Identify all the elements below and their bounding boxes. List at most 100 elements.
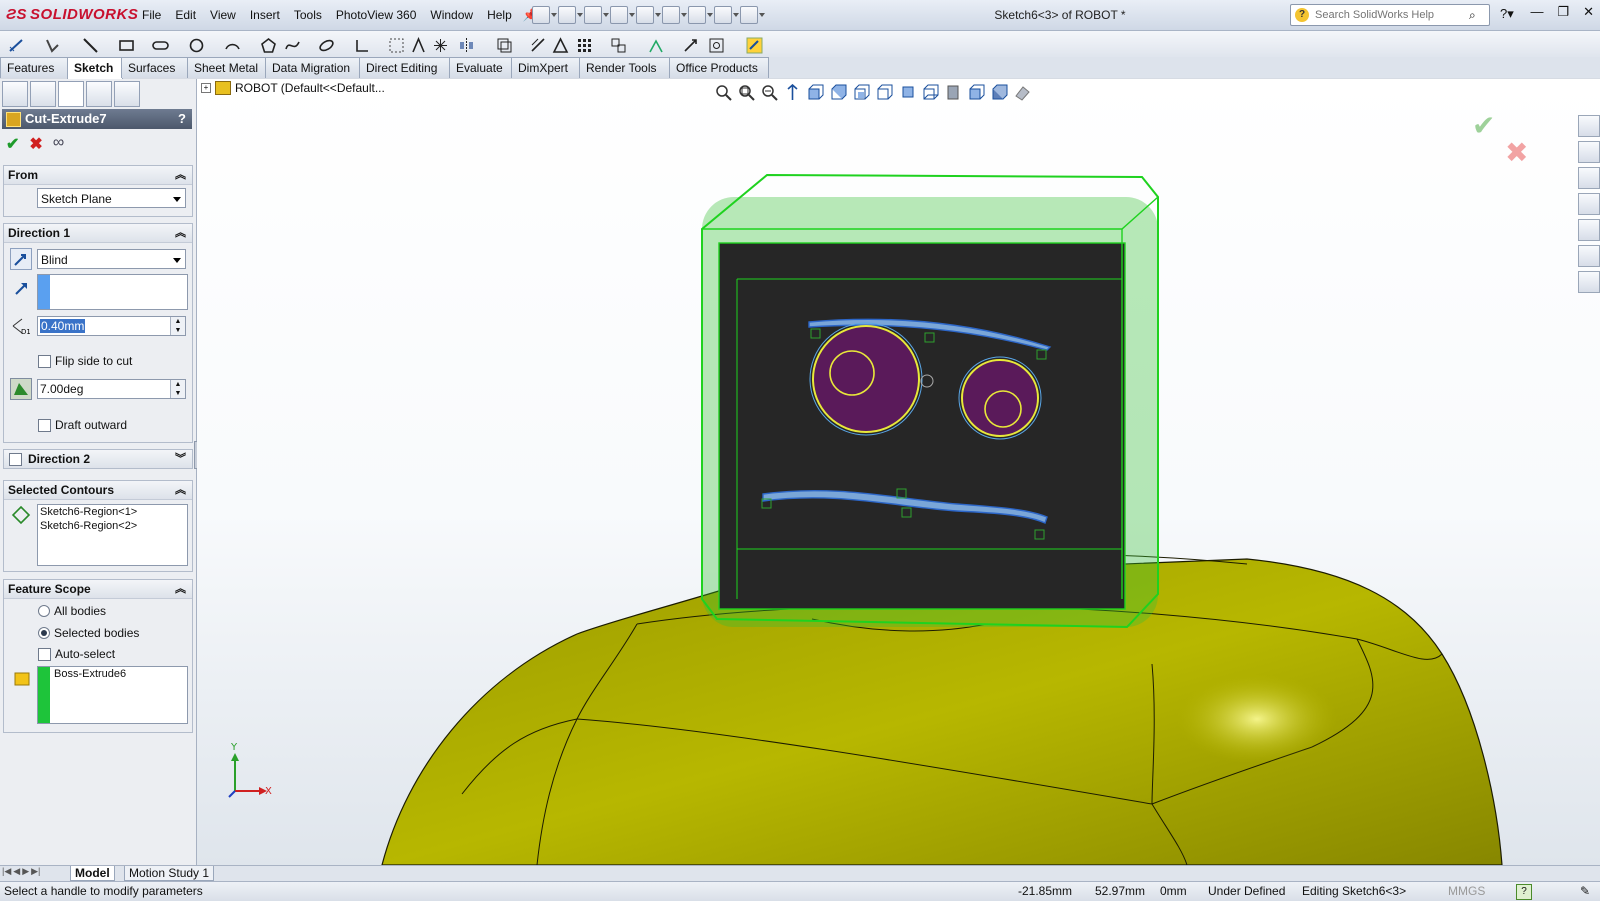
cancel-x-icon[interactable]: ✖: [29, 134, 42, 154]
property-manager-icon[interactable]: [30, 81, 56, 107]
depth-spinner[interactable]: ▲ ▼: [170, 317, 185, 335]
feature-scope-header[interactable]: Feature Scope ︽: [4, 580, 192, 599]
trim-icon[interactable]: [354, 37, 371, 54]
last-tab-icon[interactable]: ▶|: [31, 866, 40, 877]
custom-properties-icon[interactable]: [1578, 271, 1600, 293]
appearances-icon[interactable]: [1578, 245, 1600, 267]
first-tab-icon[interactable]: |◀: [2, 866, 11, 877]
ellipse-icon[interactable]: [318, 37, 335, 54]
help-button[interactable]: ?: [178, 109, 186, 129]
menu-insert[interactable]: Insert: [243, 0, 287, 30]
options-icon[interactable]: [740, 6, 765, 24]
mirror-icon[interactable]: [458, 37, 475, 54]
checkbox-box[interactable]: [38, 354, 51, 368]
menu-help[interactable]: Help: [480, 0, 519, 30]
convert-entities-icon[interactable]: [388, 37, 405, 54]
tab-dimxpert[interactable]: DimXpert: [511, 57, 581, 78]
offset-icon[interactable]: [496, 37, 513, 54]
grid-pattern-icon[interactable]: [576, 37, 593, 54]
restore-icon[interactable]: ❐: [1557, 4, 1569, 20]
tab-sheet-metal[interactable]: Sheet Metal: [187, 57, 267, 78]
move-entities-icon[interactable]: [530, 37, 547, 54]
contours-list[interactable]: Sketch6-Region<1> Sketch6-Region<2>: [37, 504, 188, 566]
rectangle-icon[interactable]: [118, 37, 135, 54]
quick-tips-icon[interactable]: ?: [1516, 884, 1532, 900]
file-properties-icon[interactable]: [714, 6, 739, 24]
flip-side-to-cut-checkbox[interactable]: Flip side to cut: [38, 354, 132, 368]
robot-head[interactable]: [701, 173, 1159, 629]
polygon-icon[interactable]: [260, 37, 277, 54]
checkbox-box[interactable]: [38, 418, 51, 432]
tab-sketch[interactable]: Sketch: [67, 57, 123, 79]
collapse-chevron-icon[interactable]: ︽: [175, 481, 186, 499]
help-question-icon[interactable]: ?▾: [1500, 6, 1514, 22]
depth-input[interactable]: 0.40mm ▲ ▼: [37, 316, 186, 336]
prev-tab-icon[interactable]: ◀: [13, 866, 20, 877]
from-header[interactable]: From ︽: [4, 166, 192, 185]
graphics-area[interactable]: + ROBOT (Default<<Default... ⊟ ⊞ — ❐ ✕ ✔…: [197, 79, 1600, 865]
file-explorer-icon[interactable]: [1578, 193, 1600, 215]
print-icon[interactable]: [610, 6, 635, 24]
minimize-icon[interactable]: —: [1530, 4, 1543, 20]
tab-model[interactable]: Model: [70, 866, 115, 881]
reverse-direction-icon[interactable]: [10, 248, 32, 270]
bodies-list[interactable]: Boss-Extrude6: [37, 666, 188, 724]
menu-view[interactable]: View: [203, 0, 243, 30]
slot-icon[interactable]: [152, 37, 169, 54]
direction1-header[interactable]: Direction 1 ︽: [4, 224, 192, 243]
repair-sketch-icon[interactable]: [648, 37, 665, 54]
tab-surfaces[interactable]: Surfaces: [121, 57, 189, 78]
collapse-chevron-icon[interactable]: ︽: [175, 166, 186, 184]
menu-edit[interactable]: Edit: [168, 0, 203, 30]
direction2-checkbox[interactable]: [9, 453, 22, 466]
display-relations-icon[interactable]: [610, 37, 627, 54]
display-manager-icon[interactable]: [114, 81, 140, 107]
direction2-header[interactable]: Direction 2 ︾: [4, 450, 192, 468]
from-dropdown[interactable]: Sketch Plane: [37, 188, 186, 208]
close-icon[interactable]: ✕: [1583, 4, 1594, 20]
undo-icon[interactable]: [636, 6, 661, 24]
line-icon[interactable]: [82, 37, 99, 54]
menu-tools[interactable]: Tools: [287, 0, 329, 30]
search-box[interactable]: ? ⌕: [1290, 4, 1490, 26]
all-bodies-radio[interactable]: All bodies: [38, 604, 106, 618]
tab-direct-editing[interactable]: Direct Editing: [359, 57, 451, 78]
collapse-chevron-icon[interactable]: ︽: [175, 224, 186, 242]
new-document-icon[interactable]: [532, 6, 557, 24]
list-item[interactable]: Sketch6-Region<2>: [38, 519, 187, 533]
rebuild-icon[interactable]: [688, 6, 713, 24]
spline-icon[interactable]: [284, 37, 301, 54]
point-icon[interactable]: [432, 37, 449, 54]
design-library-icon[interactable]: [1578, 167, 1600, 189]
list-item[interactable]: Boss-Extrude6: [52, 667, 187, 681]
collapse-chevron-icon[interactable]: ︽: [175, 580, 186, 598]
arc-icon[interactable]: [224, 37, 241, 54]
draft-angle-input[interactable]: 7.00deg ▲ ▼: [37, 379, 186, 399]
search-input[interactable]: [1313, 8, 1467, 22]
tab-motion-study[interactable]: Motion Study 1: [124, 866, 215, 881]
sketch-state[interactable]: Under Defined: [1208, 882, 1285, 901]
tab-office-products[interactable]: Office Products: [669, 57, 769, 78]
instant-2d-icon[interactable]: [746, 37, 763, 54]
dimxpert-manager-icon[interactable]: [86, 81, 112, 107]
list-item[interactable]: Sketch6-Region<1>: [38, 505, 187, 519]
tab-render-tools[interactable]: Render Tools: [579, 57, 671, 78]
solidworks-logo[interactable]: ƧS SOLIDWORKS: [6, 6, 138, 23]
menu-photoview[interactable]: PhotoView 360: [329, 0, 424, 30]
rapid-sketch-icon[interactable]: [708, 37, 725, 54]
configuration-manager-icon[interactable]: [58, 81, 84, 107]
open-icon[interactable]: [558, 6, 583, 24]
linear-pattern-icon[interactable]: [552, 37, 569, 54]
robot-model-view[interactable]: Y X: [197, 79, 1600, 865]
select-icon[interactable]: [662, 6, 687, 24]
expand-chevron-icon[interactable]: ︾: [175, 450, 186, 468]
menu-window[interactable]: Window: [423, 0, 480, 30]
draft-spinner[interactable]: ▲ ▼: [170, 380, 185, 398]
draft-toggle-icon[interactable]: [10, 378, 32, 400]
home-icon[interactable]: [1578, 141, 1600, 163]
feature-tree-icon[interactable]: [2, 81, 28, 107]
unit-system[interactable]: MMGS: [1448, 882, 1485, 901]
solidworks-resources-icon[interactable]: [1578, 115, 1600, 137]
smart-dimension-icon[interactable]: [8, 37, 25, 54]
rebuild-status-icon[interactable]: ✎: [1580, 882, 1590, 901]
